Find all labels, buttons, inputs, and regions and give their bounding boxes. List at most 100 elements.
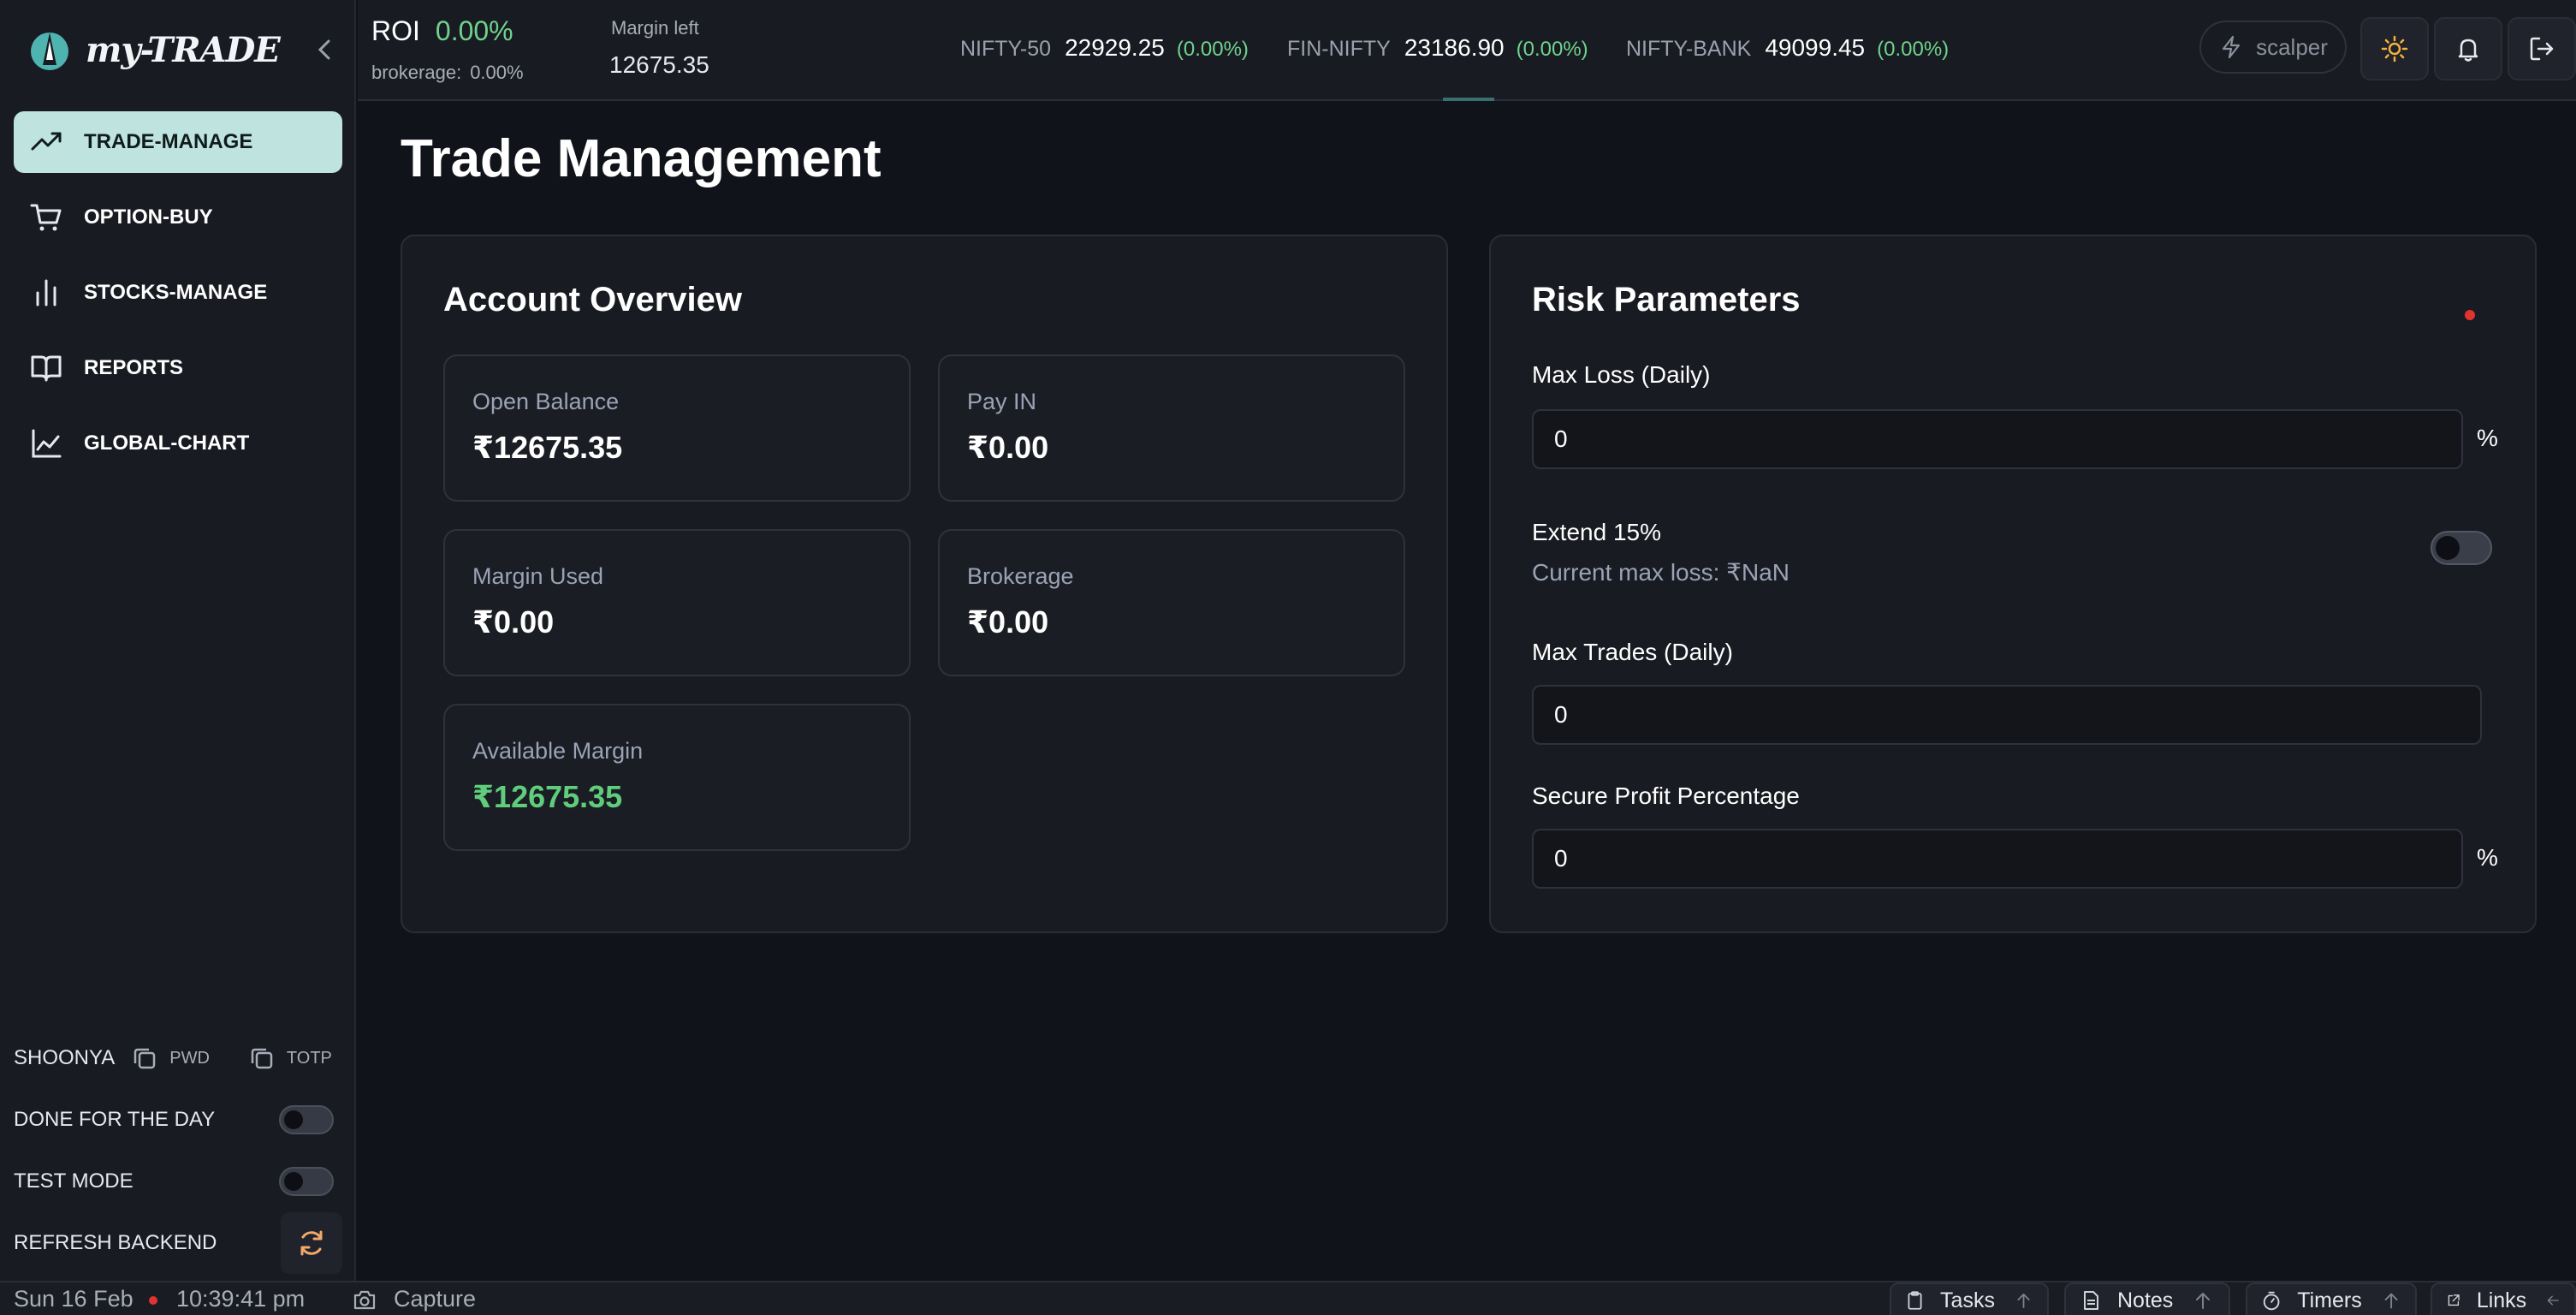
stat-value: ₹12675.35 — [472, 779, 623, 814]
roi-label: ROI — [371, 15, 420, 46]
sidebar-item-label: STOCKS-MANAGE — [84, 281, 268, 304]
copy-icon — [134, 1048, 156, 1069]
tasks-tab[interactable]: Tasks — [1890, 1282, 2049, 1315]
sidebar-item-label: OPTION-BUY — [84, 205, 213, 229]
index-ticker-fin-nifty: FIN-NIFTY 23186.90 (0.00%) — [1287, 34, 1588, 62]
open-balance-stat: Open Balance ₹12675.35 — [443, 354, 911, 502]
status-time: 10:39:41 pm — [176, 1286, 306, 1312]
max-trades-label: Max Trades (Daily) — [1532, 639, 1733, 665]
done-for-day-row: DONE FOR THE DAY — [14, 1089, 342, 1151]
secure-profit-unit: % — [2477, 844, 2498, 871]
bar-chart-icon — [36, 279, 56, 306]
arrow-up-icon — [2017, 1294, 2030, 1308]
copy-totp-button[interactable]: TOTP — [249, 1045, 332, 1071]
bell-icon — [2458, 39, 2478, 62]
stat-label: Available Margin — [472, 738, 644, 764]
capture-label: Capture — [394, 1286, 477, 1312]
line-chart-icon — [32, 429, 62, 458]
sidebar-item-reports[interactable]: REPORTS — [14, 337, 342, 399]
logout-icon — [2530, 37, 2554, 61]
stat-label: Open Balance — [472, 389, 620, 414]
secure-profit-input[interactable]: 0 — [1532, 829, 2463, 889]
risk-parameters-card: Risk Parameters Max Loss (Daily) 0 % Ext… — [1489, 235, 2537, 933]
account-overview-title: Account Overview — [443, 281, 743, 318]
stat-value: ₹0.00 — [967, 604, 1049, 640]
margin-left-label: Margin left — [611, 17, 699, 39]
broker-row: SHOONYA PWD TOTP — [14, 1027, 342, 1089]
sun-icon — [2381, 35, 2408, 62]
mode-label: scalper — [2256, 33, 2328, 60]
index-ticker-nifty-bank: NIFTY-BANK 49099.45 (0.00%) — [1626, 34, 1949, 62]
tab-label: Timers — [2297, 1288, 2362, 1312]
sidebar-item-trade-manage[interactable]: TRADE-MANAGE — [14, 111, 342, 173]
max-loss-unit: % — [2477, 425, 2498, 451]
lightning-icon — [2222, 35, 2241, 59]
done-for-day-toggle[interactable] — [279, 1105, 334, 1134]
notes-tab[interactable]: Notes — [2064, 1282, 2230, 1315]
index-change: (0.00%) — [1877, 38, 1950, 61]
cart-icon — [30, 204, 62, 231]
stat-label: Pay IN — [967, 389, 1037, 414]
sidebar-item-stocks-manage[interactable]: STOCKS-MANAGE — [14, 262, 342, 324]
top-bar: ROI 0.00% brokerage: 0.00% Margin left 126… — [358, 0, 2576, 101]
brokerage-label: brokerage: — [371, 62, 462, 83]
mode-button[interactable]: scalper — [2199, 21, 2347, 74]
app-name: my-TRADE — [86, 29, 281, 70]
done-for-day-label: DONE FOR THE DAY — [14, 1108, 216, 1131]
index-name: NIFTY-BANK — [1626, 37, 1752, 61]
extend-toggle[interactable] — [2431, 531, 2492, 565]
capture-button[interactable]: Capture — [353, 1286, 476, 1312]
status-date: Sun 16 Feb — [14, 1286, 134, 1312]
chevron-left-icon — [318, 39, 330, 60]
sidebar-item-global-chart[interactable]: GLOBAL-CHART — [14, 413, 342, 474]
notifications-button[interactable] — [2434, 17, 2502, 80]
app-logo[interactable]: my-TRADE — [26, 24, 281, 75]
margin-used-stat: Margin Used ₹0.00 — [443, 529, 911, 676]
available-margin-stat: Available Margin ₹12675.35 — [443, 704, 911, 851]
index-name: NIFTY-50 — [960, 37, 1052, 61]
current-max-loss-text: Current max loss: ₹NaN — [1532, 559, 1790, 586]
theme-toggle-button[interactable] — [2360, 17, 2429, 80]
document-icon — [2084, 1291, 2098, 1310]
collapse-sidebar-button[interactable] — [312, 34, 339, 65]
stat-value: ₹12675.35 — [472, 430, 623, 465]
book-icon — [31, 355, 62, 382]
copy-pwd-label: PWD — [169, 1048, 210, 1068]
trending-up-icon — [31, 132, 62, 151]
max-trades-input[interactable]: 0 — [1532, 685, 2482, 745]
copy-pwd-button[interactable]: PWD — [132, 1045, 210, 1071]
test-mode-toggle[interactable] — [279, 1167, 334, 1196]
live-indicator-dot — [149, 1296, 157, 1305]
camera-icon — [353, 1290, 376, 1309]
stat-label: Brokerage — [967, 563, 1074, 589]
active-tab-indicator — [1443, 98, 1494, 101]
page-title: Trade Management — [401, 129, 881, 188]
test-mode-label: TEST MODE — [14, 1169, 134, 1193]
index-price: 49099.45 — [1765, 34, 1866, 61]
links-tab[interactable]: Links — [2431, 1282, 2576, 1315]
stat-label: Margin Used — [472, 563, 604, 589]
risk-parameters-title: Risk Parameters — [1532, 281, 1801, 318]
arrow-up-icon — [2196, 1293, 2211, 1309]
logo-icon — [31, 33, 68, 70]
brokerage-value: 0.00% — [470, 62, 524, 83]
timers-tab[interactable]: Timers — [2246, 1282, 2417, 1315]
extend-label: Extend 15% — [1532, 519, 1661, 545]
stat-value: ₹0.00 — [472, 604, 555, 640]
tab-label: Notes — [2117, 1288, 2174, 1312]
max-loss-input[interactable]: 0 — [1532, 409, 2463, 469]
logout-button[interactable] — [2508, 17, 2576, 80]
roi-display: ROI 0.00% — [371, 15, 513, 47]
test-mode-row: TEST MODE — [14, 1151, 342, 1212]
sidebar-item-option-buy[interactable]: OPTION-BUY — [14, 187, 342, 248]
index-change: (0.00%) — [1176, 38, 1249, 61]
copy-icon — [251, 1048, 273, 1069]
stat-value: ₹0.00 — [967, 430, 1049, 465]
account-overview-card: Account Overview Open Balance ₹12675.35 … — [401, 235, 1448, 933]
max-loss-label: Max Loss (Daily) — [1532, 361, 1711, 388]
status-dot — [2465, 310, 2475, 320]
secure-profit-label: Secure Profit Percentage — [1532, 782, 1800, 809]
refresh-backend-button[interactable] — [281, 1212, 342, 1274]
refresh-icon — [300, 1230, 323, 1256]
refresh-backend-label: REFRESH BACKEND — [14, 1231, 217, 1254]
